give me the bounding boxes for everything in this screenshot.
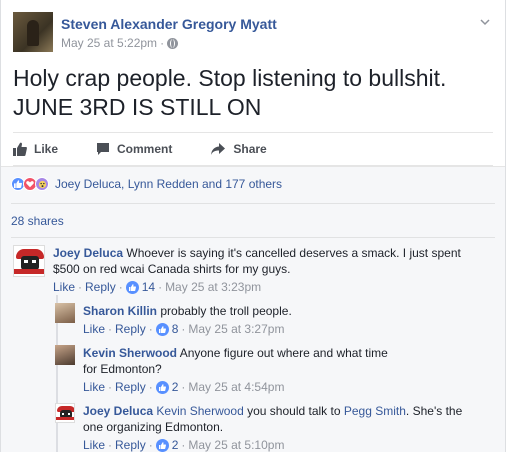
post-text-line-1: Holy crap people. Stop listening to bull… (13, 65, 447, 91)
comment-actions: Like · Reply · 14 · May 25 at 3:23pm (53, 279, 489, 295)
like-button[interactable]: Like (13, 142, 58, 156)
separator: · (78, 280, 83, 294)
comment-time[interactable]: May 25 at 3:23pm (165, 279, 261, 295)
share-arrow-icon (211, 143, 226, 155)
post-timestamp[interactable]: May 25 at 5:22pm (61, 36, 157, 50)
globe-icon[interactable] (167, 37, 179, 49)
comment-like-count[interactable]: 2 (172, 437, 179, 452)
comment-body: Joey Deluca Kevin Sherwood you should ta… (83, 403, 483, 452)
comment-reply-link[interactable]: Reply (115, 321, 146, 337)
comment-button[interactable]: Comment (96, 142, 172, 156)
like-count-icon (155, 438, 169, 452)
comment-like-count[interactable]: 14 (142, 279, 155, 295)
comment-body: Joey Deluca Whoever is saying it's cance… (53, 245, 489, 295)
reply-comment: Joey Deluca Kevin Sherwood you should ta… (55, 403, 495, 452)
comment-reply-link[interactable]: Reply (115, 437, 146, 452)
speech-bubble-icon (97, 143, 110, 155)
separator: · (148, 438, 153, 452)
comment-time[interactable]: May 25 at 4:54pm (188, 379, 284, 395)
separator: · (108, 438, 113, 452)
author-name[interactable]: Steven Alexander Gregory Myatt (61, 16, 277, 32)
wow-reaction-icon (35, 177, 49, 191)
separator: · (181, 438, 186, 452)
commenter-name[interactable]: Kevin Sherwood (83, 346, 177, 360)
post-meta: May 25 at 5:22pm · (61, 36, 179, 50)
separator: · (118, 280, 123, 294)
separator: · (148, 322, 153, 336)
comment-text: probably the troll people. (160, 304, 292, 318)
separator: · (108, 380, 113, 394)
comment: Joey Deluca Whoever is saying it's cance… (13, 245, 493, 295)
commenter-name[interactable]: Joey Deluca (53, 246, 123, 260)
separator: · (158, 280, 163, 294)
comment-body: Kevin Sherwood Anyone figure out where a… (83, 345, 403, 395)
separator: · (148, 380, 153, 394)
divider (11, 203, 495, 204)
mention-link[interactable]: Pegg Smith (344, 404, 406, 418)
comment-body: Sharon Killin probably the troll people.… (83, 303, 483, 337)
meta-separator: · (160, 36, 165, 50)
separator: · (181, 380, 186, 394)
post-actions-bar: Like Comment Share (13, 132, 493, 166)
avatar[interactable] (55, 403, 75, 423)
comment-like-link[interactable]: Like (83, 437, 105, 452)
post-text-line-2: JUNE 3RD IS STILL ON (13, 94, 262, 120)
comment-reply-link[interactable]: Reply (85, 279, 116, 295)
reply-comment: Sharon Killin probably the troll people.… (55, 303, 495, 337)
commenter-name[interactable]: Joey Deluca (83, 404, 153, 418)
separator: · (181, 322, 186, 336)
shares-count[interactable]: 28 shares (11, 214, 64, 228)
reply-comment: Kevin Sherwood Anyone figure out where a… (55, 345, 495, 395)
comment-actions: Like · Reply · 8 · May 25 at 3:27pm (83, 321, 483, 337)
comment-like-count[interactable]: 2 (172, 379, 179, 395)
post-card: Steven Alexander Gregory Myatt May 25 at… (0, 0, 506, 452)
share-button[interactable]: Share (210, 142, 267, 156)
author-avatar[interactable] (13, 12, 53, 52)
comment-time[interactable]: May 25 at 5:10pm (188, 437, 284, 452)
separator: · (108, 322, 113, 336)
post-text: Holy crap people. Stop listening to bull… (13, 64, 493, 122)
comment-like-link[interactable]: Like (83, 379, 105, 395)
commenter-name[interactable]: Sharon Killin (83, 304, 157, 318)
mention-link[interactable]: Kevin Sherwood (156, 404, 243, 418)
comment-time[interactable]: May 25 at 3:27pm (188, 321, 284, 337)
comment-reply-link[interactable]: Reply (115, 379, 146, 395)
like-label: Like (34, 142, 59, 156)
post-header: Steven Alexander Gregory Myatt May 25 at… (13, 12, 493, 54)
like-count-icon (155, 380, 169, 394)
like-count-icon (155, 322, 169, 336)
comment-text: you should talk to (247, 404, 341, 418)
comment-actions: Like · Reply · 2 · May 25 at 4:54pm (83, 379, 403, 395)
avatar[interactable] (55, 303, 75, 323)
comments-area: Joey Deluca, Lynn Redden and 177 others … (1, 166, 505, 452)
share-label: Share (233, 142, 267, 156)
avatar[interactable] (13, 245, 45, 277)
reactions-summary[interactable]: Joey Deluca, Lynn Redden and 177 others (11, 177, 282, 191)
thumbs-up-icon (13, 142, 27, 156)
reactors-text[interactable]: Joey Deluca, Lynn Redden and 177 others (55, 177, 282, 191)
comment-like-count[interactable]: 8 (172, 321, 179, 337)
like-count-icon (125, 280, 139, 294)
divider (11, 237, 495, 238)
comment-label: Comment (117, 142, 173, 156)
comment-like-link[interactable]: Like (83, 321, 105, 337)
comment-actions: Like · Reply · 2 · May 25 at 5:10pm (83, 437, 483, 452)
chevron-down-icon[interactable] (479, 16, 491, 28)
comment-like-link[interactable]: Like (53, 279, 75, 295)
avatar[interactable] (55, 345, 75, 365)
